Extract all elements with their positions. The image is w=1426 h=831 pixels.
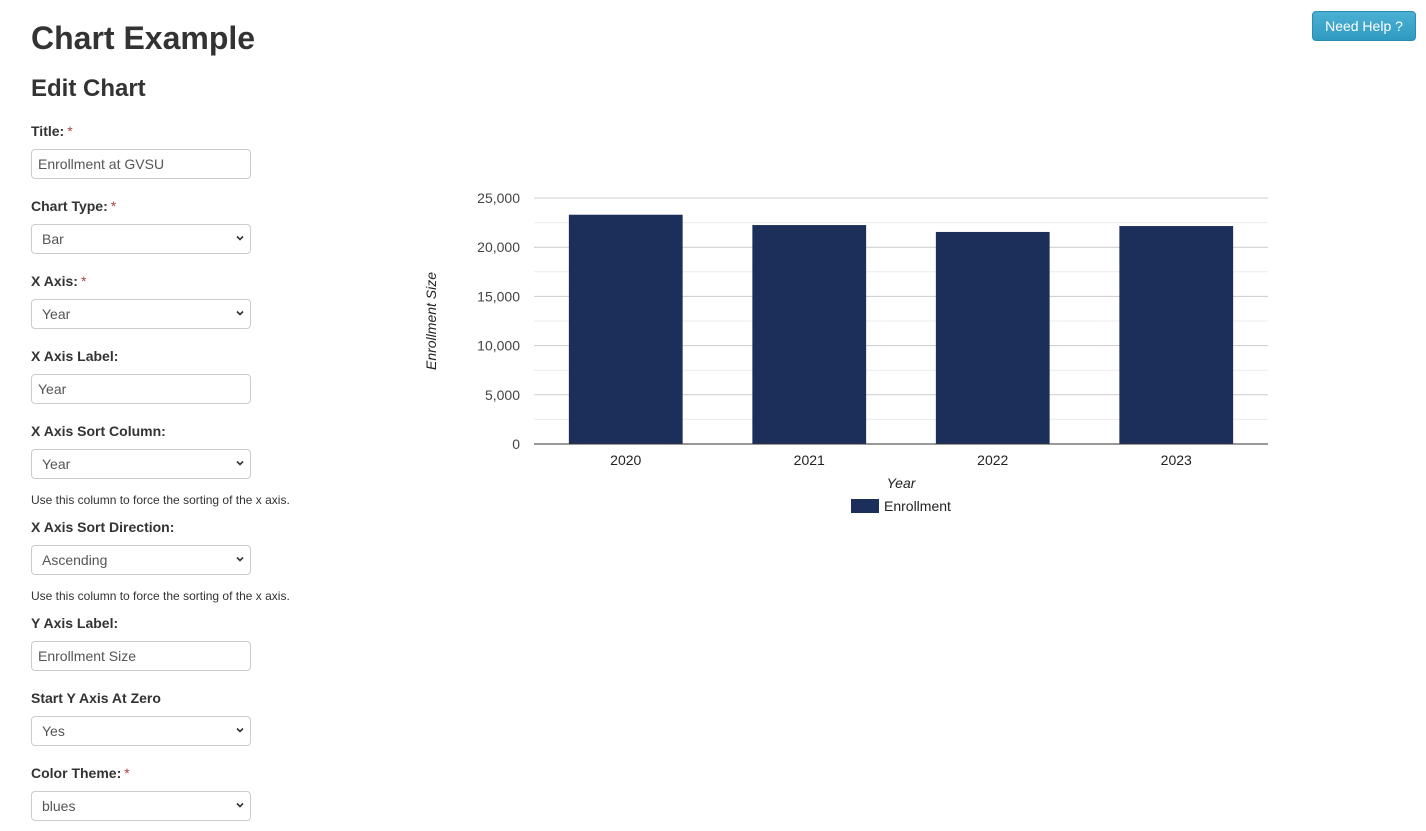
title-input[interactable]: Enrollment at GVSU — [31, 149, 251, 179]
title-label: Title: * — [31, 123, 73, 139]
y-tick-label: 15,000 — [477, 288, 520, 304]
section-title: Edit Chart — [31, 75, 146, 102]
required-marker: * — [80, 273, 87, 289]
title-field: Title: * Enrollment at GVSU — [31, 123, 311, 179]
help-text: Use this column to force the sorting of … — [31, 493, 290, 507]
chevron-down-icon — [236, 310, 244, 316]
legend-swatch — [851, 499, 879, 513]
chart-type-field: Chart Type: * Bar — [31, 198, 311, 254]
x-axis-title: Year — [887, 475, 917, 491]
chevron-down-icon — [236, 235, 244, 241]
legend-label: Enrollment — [884, 498, 951, 514]
y-axis-label-field: Y Axis Label: Enrollment Size — [31, 615, 311, 671]
color-theme-label: Color Theme: * — [31, 765, 130, 781]
required-marker: * — [124, 765, 130, 781]
y-axis-title: Enrollment Size — [423, 272, 439, 370]
y-tick-label: 25,000 — [477, 190, 520, 206]
chevron-down-icon — [236, 802, 244, 808]
x-tick-label: 2022 — [977, 452, 1008, 468]
x-axis-label-label: X Axis Label: — [31, 348, 119, 364]
x-tick-label: 2021 — [794, 452, 825, 468]
bar — [1119, 226, 1234, 444]
x-sort-column-label: X Axis Sort Column: — [31, 423, 166, 439]
y-axis-label-label: Y Axis Label: — [31, 615, 119, 631]
x-sort-column-select[interactable]: Year — [31, 449, 251, 479]
x-axis-label-field: X Axis Label: Year — [31, 348, 311, 404]
x-axis-select[interactable]: Year — [31, 299, 251, 329]
help-text: Use this column to force the sorting of … — [31, 589, 290, 603]
required-marker: * — [110, 198, 117, 214]
chart-type-select[interactable]: Bar — [31, 224, 251, 254]
color-theme-select[interactable]: blues — [31, 791, 251, 821]
y-start-zero-label: Start Y Axis At Zero — [31, 690, 161, 706]
x-tick-label: 2020 — [610, 452, 641, 468]
y-tick-label: 0 — [512, 436, 520, 452]
y-tick-label: 10,000 — [477, 338, 520, 354]
chevron-down-icon — [236, 556, 244, 562]
x-axis-field: X Axis: * Year — [31, 273, 311, 329]
x-tick-label: 2023 — [1161, 452, 1192, 468]
required-marker: * — [67, 123, 73, 139]
y-tick-label: 5,000 — [485, 387, 520, 403]
x-axis-label: X Axis: * — [31, 273, 87, 289]
x-sort-direction-field: X Axis Sort Direction: Ascending Use thi… — [31, 519, 311, 603]
bar — [752, 225, 867, 444]
chevron-down-icon — [236, 727, 244, 733]
y-start-zero-field: Start Y Axis At Zero Yes — [31, 690, 311, 746]
x-sort-direction-label: X Axis Sort Direction: — [31, 519, 175, 535]
y-tick-label: 20,000 — [477, 239, 520, 255]
need-help-button[interactable]: Need Help ? — [1312, 11, 1416, 41]
x-axis-label-input[interactable]: Year — [31, 374, 251, 404]
y-axis-label-input[interactable]: Enrollment Size — [31, 641, 251, 671]
page-title: Chart Example — [31, 20, 256, 56]
bar — [568, 214, 683, 444]
bar — [935, 231, 1050, 444]
x-sort-direction-select[interactable]: Ascending — [31, 545, 251, 575]
bar-chart: 0 5,000 10,000 15,000 20,000 25,000 2020 2021 20… — [423, 190, 1268, 514]
color-theme-field: Color Theme: * blues — [31, 765, 311, 821]
chevron-down-icon — [236, 460, 244, 466]
x-sort-column-field: X Axis Sort Column: Year Use this column… — [31, 423, 311, 507]
y-start-zero-select[interactable]: Yes — [31, 716, 251, 746]
chart-type-label: Chart Type: * — [31, 198, 117, 214]
